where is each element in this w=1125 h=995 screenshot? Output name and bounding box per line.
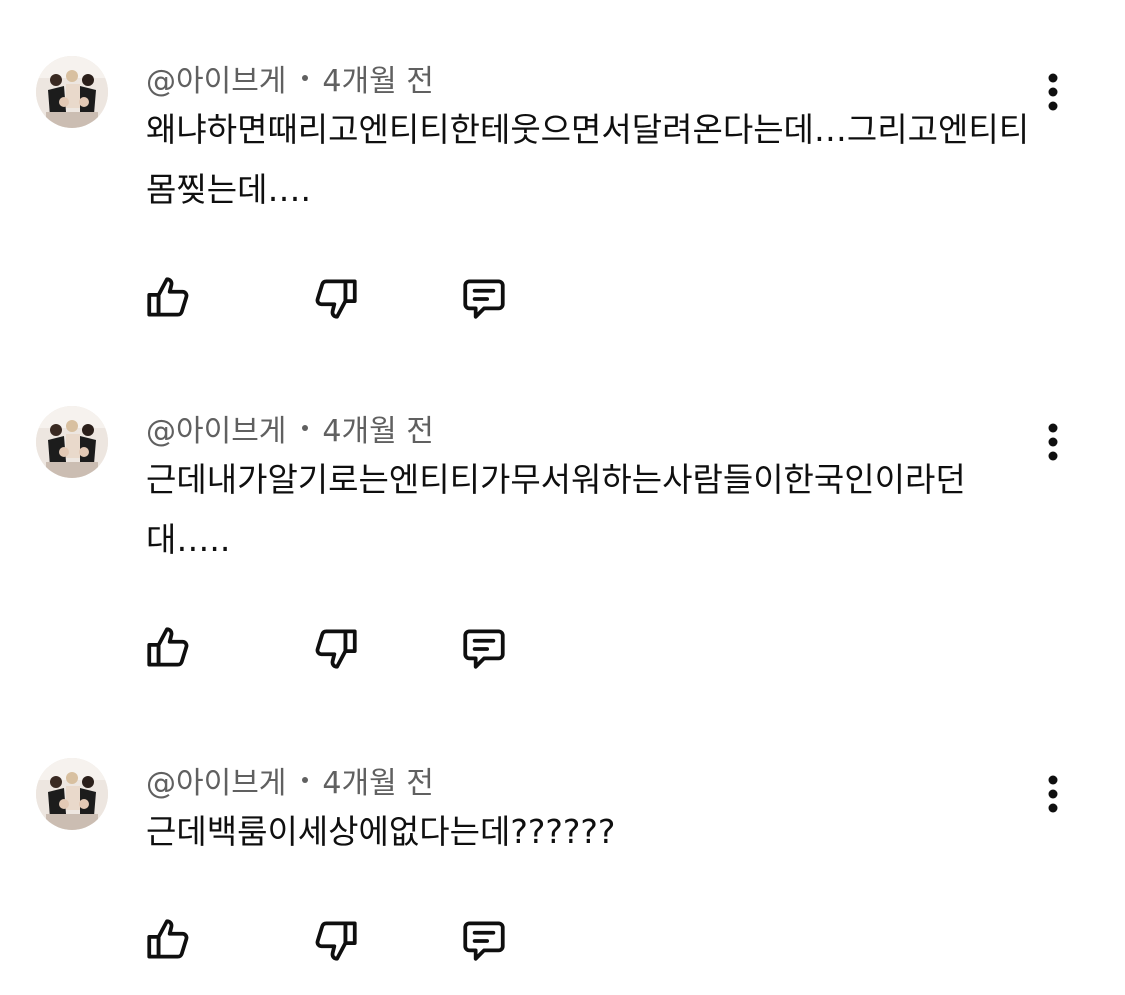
dislike-button[interactable] — [308, 270, 364, 326]
reply-button[interactable] — [456, 912, 512, 968]
separator-dot — [302, 425, 309, 431]
comment-actions — [140, 270, 530, 326]
dislike-button[interactable] — [308, 912, 364, 968]
like-button[interactable] — [140, 270, 196, 326]
avatar[interactable] — [36, 56, 108, 128]
author-name[interactable]: @아이브게 — [146, 406, 286, 450]
reply-comment-icon — [463, 921, 505, 961]
reply-comment-icon — [463, 279, 505, 319]
avatar[interactable] — [36, 758, 108, 830]
like-button[interactable] — [140, 912, 196, 968]
like-button[interactable] — [140, 620, 196, 676]
comment-timestamp[interactable]: 4개월 전 — [322, 406, 433, 450]
separator-dot — [302, 777, 309, 783]
thumb-down-icon — [315, 921, 357, 961]
avatar[interactable] — [36, 406, 108, 478]
comment-timestamp[interactable]: 4개월 전 — [322, 56, 433, 100]
separator-dot — [302, 75, 309, 81]
author-name[interactable]: @아이브게 — [146, 758, 286, 802]
comment-meta: @아이브게 4개월 전 — [146, 56, 434, 100]
thumb-up-icon — [147, 627, 189, 667]
author-name[interactable]: @아이브게 — [146, 56, 286, 100]
reply-comment-icon — [463, 629, 505, 669]
thumb-up-icon — [147, 919, 189, 959]
dislike-button[interactable] — [308, 620, 364, 676]
comment-timestamp[interactable]: 4개월 전 — [322, 758, 433, 802]
thumb-down-icon — [315, 629, 357, 669]
comment-meta: @아이브게 4개월 전 — [146, 406, 434, 450]
comment-meta: @아이브게 4개월 전 — [146, 758, 434, 802]
comment-actions — [140, 620, 530, 676]
comment-text: 근데내가알기로는엔티티가무서워하는사람들이한국인이라던대….. — [146, 460, 966, 559]
comment-text: 왜냐하면때리고엔티티한테웃으면서달려온다는데…그리고엔티티몸찢는데…. — [146, 110, 1030, 209]
comment-actions — [140, 912, 530, 968]
reply-button[interactable] — [456, 270, 512, 326]
thumb-down-icon — [315, 279, 357, 319]
reply-button[interactable] — [456, 620, 512, 676]
thumb-up-icon — [147, 277, 189, 317]
comment-text: 근데백룸이세상에없다는데?????? — [146, 812, 616, 851]
